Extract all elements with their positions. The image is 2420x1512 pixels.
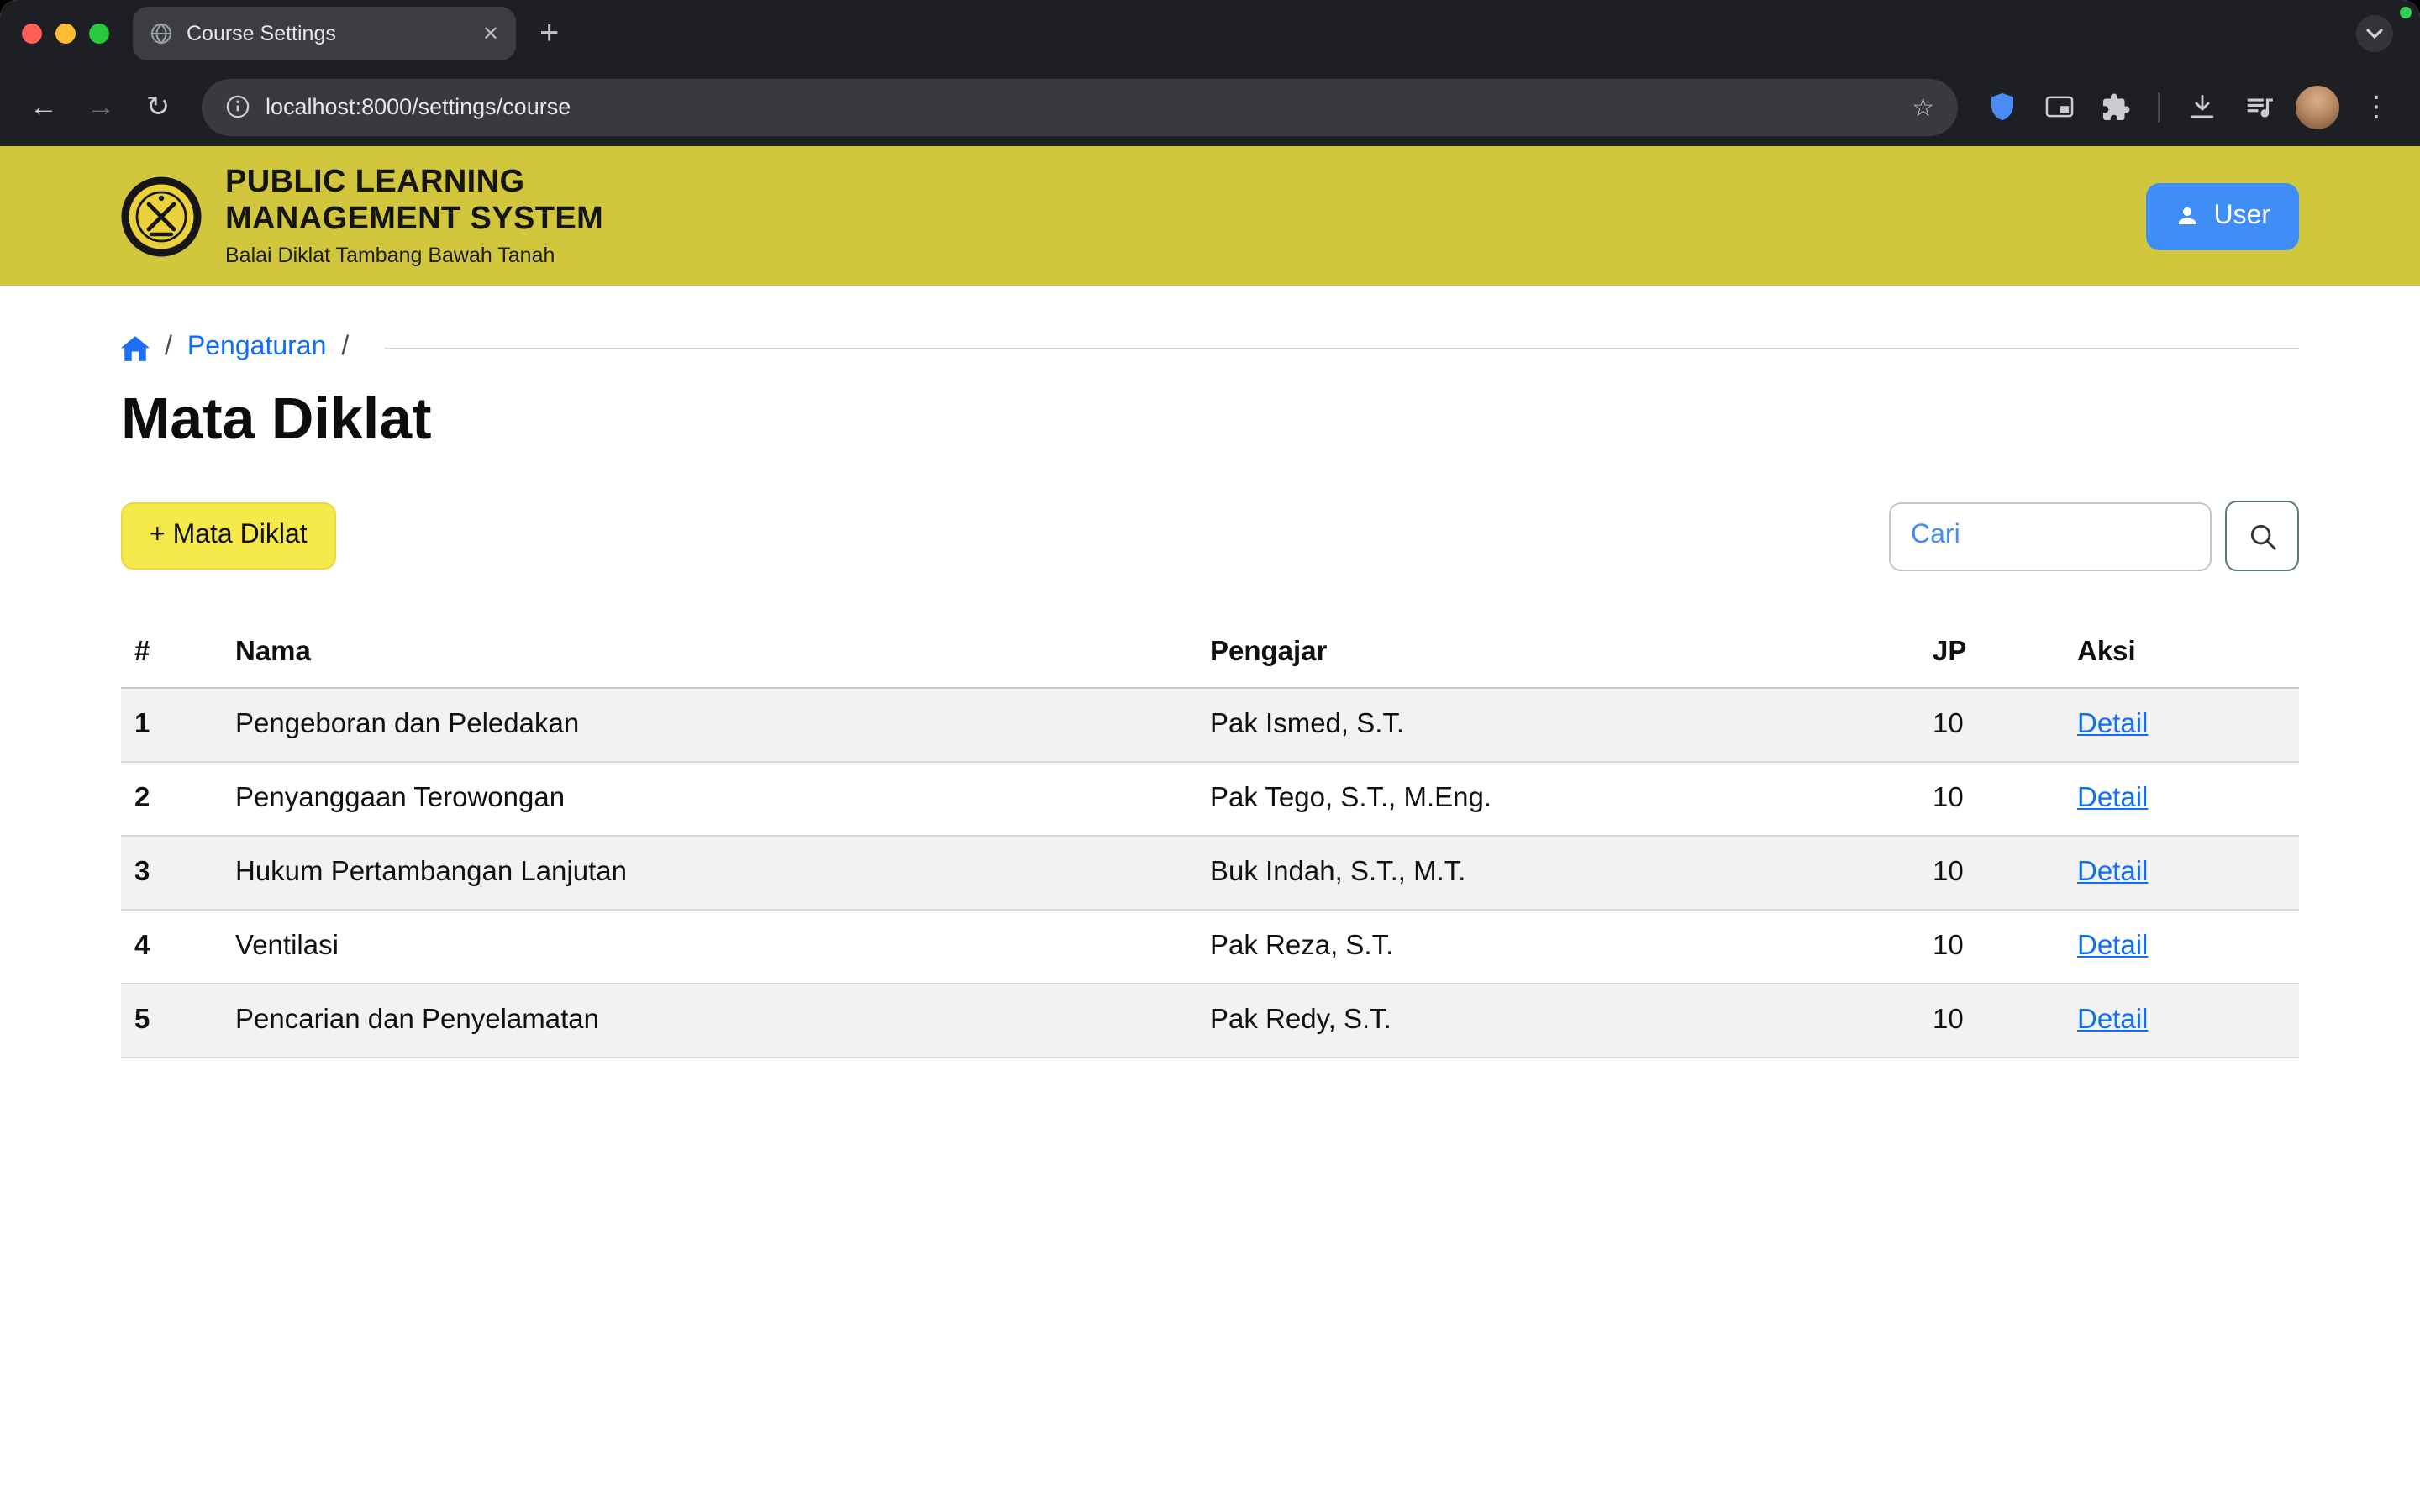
- close-window-button[interactable]: [22, 24, 42, 44]
- url-text: localhost:8000/settings/course: [266, 94, 571, 119]
- search-icon: [2246, 520, 2278, 552]
- zoom-window-button[interactable]: [89, 24, 109, 44]
- add-mata-diklat-button[interactable]: + Mata Diklat: [121, 502, 336, 570]
- site-info-icon[interactable]: [225, 94, 250, 119]
- org-logo: [121, 176, 202, 256]
- window-controls: [22, 24, 109, 44]
- browser-toolbar: ← → ↻ localhost:8000/settings/course ☆ ⋮: [0, 67, 2420, 146]
- browser-window: Course Settings ✕ + ← → ↻ localhost:8000…: [0, 0, 2420, 1512]
- tab-search-chevron-icon[interactable]: [2356, 15, 2393, 52]
- breadcrumb: / Pengaturan /: [121, 333, 2299, 363]
- downloads-icon[interactable]: [2175, 80, 2228, 134]
- row-number: 3: [121, 836, 222, 910]
- tab-close-icon[interactable]: ✕: [482, 24, 499, 44]
- jp-value: 10: [1919, 688, 2064, 762]
- table-row: 3 Hukum Pertambangan Lanjutan Buk Indah,…: [121, 836, 2299, 910]
- instructor-name: Pak Redy, S.T.: [1197, 984, 1919, 1058]
- brand-block: PUBLIC LEARNING MANAGEMENT SYSTEM Balai …: [225, 165, 603, 267]
- new-tab-button[interactable]: +: [539, 17, 559, 50]
- user-icon: [2175, 203, 2200, 228]
- tab-strip: Course Settings ✕ +: [0, 0, 2420, 67]
- row-number: 2: [121, 762, 222, 836]
- adblock-shield-icon[interactable]: [1975, 80, 2028, 134]
- search-input[interactable]: [1889, 501, 2212, 570]
- brand-subtitle: Balai Diklat Tambang Bawah Tanah: [225, 243, 603, 266]
- detail-link[interactable]: Detail: [2077, 931, 2148, 961]
- course-name: Pencarian dan Penyelamatan: [222, 984, 1197, 1058]
- green-status-dot: [2400, 7, 2412, 18]
- detail-link[interactable]: Detail: [2077, 857, 2148, 887]
- instructor-name: Pak Reza, S.T.: [1197, 910, 1919, 984]
- page-title: Mata Diklat: [121, 386, 2299, 454]
- page-content: / Pengaturan / Mata Diklat + Mata Diklat: [0, 286, 2420, 1058]
- detail-link[interactable]: Detail: [2077, 709, 2148, 739]
- courses-table: # Nama Pengajar JP Aksi 1 Pengeboran dan…: [121, 618, 2299, 1058]
- profile-avatar[interactable]: [2296, 85, 2339, 129]
- row-number: 4: [121, 910, 222, 984]
- home-icon[interactable]: [121, 335, 150, 360]
- brand-title-line1: PUBLIC LEARNING: [225, 165, 603, 202]
- search-group: [1889, 501, 2299, 571]
- tab-title: Course Settings: [187, 22, 469, 45]
- picture-in-picture-icon[interactable]: [2032, 80, 2086, 134]
- media-controls-icon[interactable]: [2232, 80, 2286, 134]
- bookmark-star-icon[interactable]: ☆: [1912, 92, 1934, 122]
- column-header-num: #: [121, 618, 222, 688]
- jp-value: 10: [1919, 762, 2064, 836]
- course-name: Pengeboran dan Peledakan: [222, 688, 1197, 762]
- table-row: 4 Ventilasi Pak Reza, S.T. 10 Detail: [121, 910, 2299, 984]
- table-row: 2 Penyanggaan Terowongan Pak Tego, S.T.,…: [121, 762, 2299, 836]
- controls-row: + Mata Diklat: [121, 501, 2299, 571]
- column-header-jp: JP: [1919, 618, 2064, 688]
- instructor-name: Pak Tego, S.T., M.Eng.: [1197, 762, 1919, 836]
- jp-value: 10: [1919, 836, 2064, 910]
- breadcrumb-link-pengaturan[interactable]: Pengaturan: [187, 333, 326, 363]
- instructor-name: Pak Ismed, S.T.: [1197, 688, 1919, 762]
- course-name: Hukum Pertambangan Lanjutan: [222, 836, 1197, 910]
- user-button[interactable]: User: [2146, 182, 2299, 249]
- breadcrumb-separator: /: [341, 333, 349, 363]
- search-button[interactable]: [2225, 501, 2299, 571]
- brand-title-line2: MANAGEMENT SYSTEM: [225, 202, 603, 238]
- globe-favicon-icon: [150, 22, 173, 45]
- course-name: Ventilasi: [222, 910, 1197, 984]
- url-bar[interactable]: localhost:8000/settings/course ☆: [202, 78, 1958, 135]
- row-number: 5: [121, 984, 222, 1058]
- browser-tab[interactable]: Course Settings ✕: [133, 7, 516, 60]
- course-name: Penyanggaan Terowongan: [222, 762, 1197, 836]
- column-header-aksi: Aksi: [2064, 618, 2299, 688]
- column-header-pengajar: Pengajar: [1197, 618, 1919, 688]
- row-number: 1: [121, 688, 222, 762]
- forward-icon[interactable]: →: [74, 80, 128, 134]
- reload-icon[interactable]: ↻: [131, 80, 185, 134]
- breadcrumb-rule: [384, 347, 2299, 349]
- back-icon[interactable]: ←: [17, 80, 71, 134]
- instructor-name: Buk Indah, S.T., M.T.: [1197, 836, 1919, 910]
- table-row: 5 Pencarian dan Penyelamatan Pak Redy, S…: [121, 984, 2299, 1058]
- jp-value: 10: [1919, 984, 2064, 1058]
- jp-value: 10: [1919, 910, 2064, 984]
- minimize-window-button[interactable]: [55, 24, 76, 44]
- detail-link[interactable]: Detail: [2077, 1005, 2148, 1035]
- table-header-row: # Nama Pengajar JP Aksi: [121, 618, 2299, 688]
- toolbar-divider: [2158, 92, 2160, 122]
- app-header: PUBLIC LEARNING MANAGEMENT SYSTEM Balai …: [0, 146, 2420, 286]
- browser-menu-icon[interactable]: ⋮: [2349, 80, 2403, 134]
- user-button-label: User: [2213, 201, 2270, 231]
- column-header-nama: Nama: [222, 618, 1197, 688]
- extensions-puzzle-icon[interactable]: [2089, 80, 2143, 134]
- table-row: 1 Pengeboran dan Peledakan Pak Ismed, S.…: [121, 688, 2299, 762]
- breadcrumb-separator: /: [165, 333, 172, 363]
- detail-link[interactable]: Detail: [2077, 783, 2148, 813]
